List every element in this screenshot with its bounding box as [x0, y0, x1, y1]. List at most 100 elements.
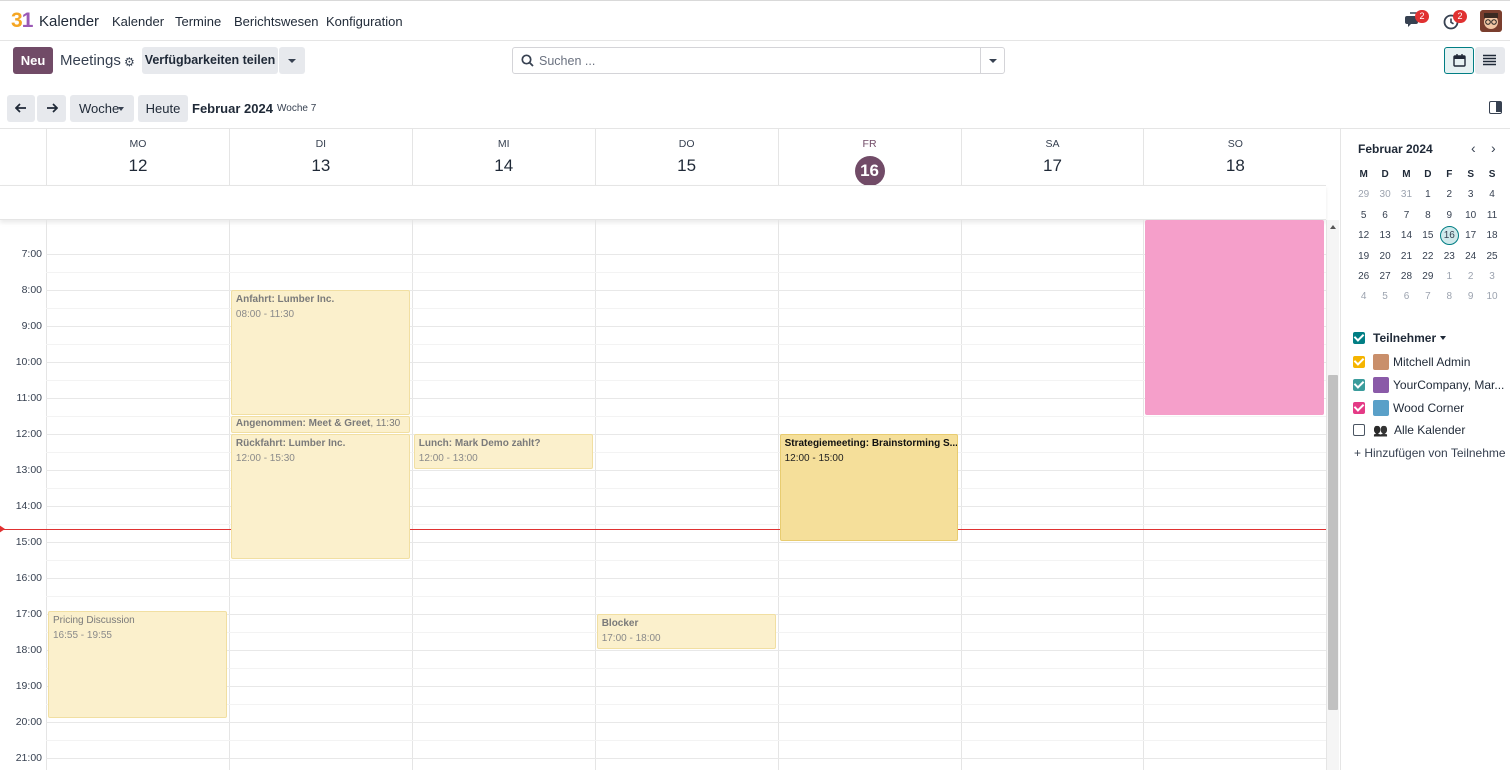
mini-day[interactable]: 21 — [1396, 247, 1417, 267]
attendee-filter-item[interactable]: Wood Corner — [1353, 400, 1464, 416]
search-input[interactable] — [539, 52, 969, 69]
chevron-right-icon[interactable]: › — [1491, 140, 1496, 156]
mini-day[interactable]: 12 — [1353, 226, 1374, 246]
search-options-toggle[interactable] — [989, 59, 997, 63]
mini-day[interactable]: 23 — [1439, 247, 1460, 267]
mini-day[interactable]: 22 — [1417, 247, 1438, 267]
mini-day[interactable]: 7 — [1396, 206, 1417, 226]
chevron-left-icon[interactable]: ‹ — [1471, 140, 1476, 156]
today-button[interactable]: Heute — [138, 95, 188, 122]
gear-icon[interactable]: ⚙ — [124, 55, 135, 69]
mini-day[interactable]: 28 — [1396, 267, 1417, 287]
menu-termine[interactable]: Termine — [175, 14, 221, 29]
next-button[interactable] — [37, 95, 66, 122]
list-view-button[interactable] — [1475, 47, 1505, 74]
mini-day[interactable]: 10 — [1481, 287, 1502, 307]
mini-day[interactable]: 11 — [1481, 206, 1502, 226]
mini-day[interactable]: 5 — [1353, 206, 1374, 226]
mini-day[interactable]: 30 — [1374, 185, 1395, 205]
previous-button[interactable] — [7, 95, 35, 122]
day-header-mo[interactable]: MO 12 — [46, 129, 229, 185]
weekday-header: M — [1402, 169, 1411, 180]
attendee-filter-item[interactable]: 👥 Alle Kalender — [1353, 423, 1465, 437]
mini-day[interactable]: 2 — [1460, 267, 1481, 287]
attendee-checkbox[interactable] — [1353, 402, 1365, 414]
attendee-checkbox[interactable] — [1353, 356, 1365, 368]
vertical-scrollbar[interactable] — [1327, 220, 1339, 770]
attendee-filter-item[interactable]: YourCompany, Mar... — [1353, 377, 1504, 393]
menu-konfiguration[interactable]: Konfiguration — [326, 14, 403, 29]
event-title: Blocker — [602, 618, 771, 629]
mini-day[interactable]: 25 — [1481, 247, 1502, 267]
mini-day[interactable]: 5 — [1374, 287, 1395, 307]
day-number: 15 — [677, 156, 697, 175]
calendar-event[interactable]: Strategiemeeting: Brainstorming S... 12:0… — [779, 433, 959, 541]
menu-berichtswesen[interactable]: Berichtswesen — [234, 14, 319, 29]
mini-day[interactable]: 27 — [1374, 267, 1395, 287]
mini-day[interactable]: 20 — [1374, 247, 1395, 267]
attendees-checkbox[interactable] — [1353, 332, 1365, 344]
mini-day[interactable]: 7 — [1417, 287, 1438, 307]
attendee-checkbox[interactable] — [1353, 424, 1365, 436]
time-grid[interactable]: 7:00 8:00 9:00 10:00 11:00 12:00 13:00 14:00 15:… — [0, 220, 1328, 770]
calendar-event[interactable]: Lunch: Mark Demo zahlt? 12:00 - 13:00 — [413, 433, 593, 469]
app-logo-icon[interactable]: 31 — [11, 9, 33, 33]
mini-day[interactable]: 31 — [1396, 185, 1417, 205]
mini-day[interactable]: 17 — [1460, 226, 1481, 246]
mini-day[interactable]: 8 — [1417, 206, 1438, 226]
mini-day[interactable]: 8 — [1439, 287, 1460, 307]
add-attendees-link[interactable]: + Hinzufügen von Teilnehme — [1354, 446, 1506, 460]
mini-day[interactable]: 29 — [1353, 185, 1374, 205]
share-availability-button[interactable]: Verfügbarkeiten teilen — [142, 47, 278, 74]
mini-day[interactable]: 13 — [1374, 226, 1395, 246]
scroll-up-icon[interactable] — [1330, 225, 1336, 229]
mini-day[interactable]: 9 — [1460, 287, 1481, 307]
menu-kalender[interactable]: Kalender — [112, 14, 164, 29]
calendar-event[interactable]: Pricing Discussion 16:55 - 19:55 — [48, 610, 227, 718]
calendar-event[interactable]: Rückfahrt: Lumber Inc. 12:00 - 15:30 — [230, 433, 410, 559]
mini-day[interactable]: 3 — [1481, 267, 1502, 287]
current-period: Februar 2024 — [192, 101, 273, 116]
mini-day[interactable]: 29 — [1417, 267, 1438, 287]
mini-day[interactable]: 1 — [1439, 267, 1460, 287]
day-header-mi[interactable]: MI 14 — [411, 129, 595, 185]
new-button[interactable]: Neu — [13, 47, 53, 74]
mini-day[interactable]: 4 — [1481, 185, 1502, 205]
calendar-view-button[interactable] — [1444, 47, 1474, 74]
mini-day[interactable]: 26 — [1353, 267, 1374, 287]
all-day-row[interactable] — [0, 185, 1326, 220]
mini-day[interactable]: 6 — [1396, 287, 1417, 307]
calendar-event[interactable]: Anfahrt: Lumber Inc. 08:00 - 11:30 — [230, 289, 410, 415]
user-avatar[interactable] — [1480, 10, 1502, 32]
day-header-so[interactable]: SO 18 — [1143, 129, 1326, 185]
mini-day[interactable]: 6 — [1374, 206, 1395, 226]
day-header-di[interactable]: DI 13 — [228, 129, 412, 185]
mini-day[interactable]: 16 — [1439, 226, 1460, 246]
sidebar-toggle-icon[interactable] — [1489, 101, 1502, 114]
mini-day[interactable]: 19 — [1353, 247, 1374, 267]
calendar-event[interactable] — [1145, 220, 1325, 415]
calendar-event[interactable]: Angenommen: Meet & Greet, 11:30 — [230, 415, 410, 433]
attendees-filter-header[interactable]: Teilnehmer — [1353, 331, 1447, 345]
mini-day[interactable]: 4 — [1353, 287, 1374, 307]
app-name[interactable]: Kalender — [39, 13, 99, 30]
mini-day[interactable]: 24 — [1460, 247, 1481, 267]
mini-day[interactable]: 9 — [1439, 206, 1460, 226]
hour-label: 7:00 — [21, 247, 42, 260]
mini-day[interactable]: 18 — [1481, 226, 1502, 246]
scale-dropdown[interactable]: Woche — [70, 95, 134, 122]
day-header-sa[interactable]: SA 17 — [960, 129, 1144, 185]
day-header-fr[interactable]: FR 16 — [777, 129, 961, 186]
mini-day[interactable]: 2 — [1439, 185, 1460, 205]
mini-day[interactable]: 14 — [1396, 226, 1417, 246]
mini-day[interactable]: 1 — [1417, 185, 1438, 205]
mini-day[interactable]: 3 — [1460, 185, 1481, 205]
scrollbar-thumb[interactable] — [1328, 375, 1338, 710]
mini-day[interactable]: 10 — [1460, 206, 1481, 226]
share-dropdown-toggle[interactable] — [279, 47, 305, 74]
mini-day[interactable]: 15 — [1417, 226, 1438, 246]
attendee-filter-item[interactable]: Mitchell Admin — [1353, 354, 1470, 370]
attendee-checkbox[interactable] — [1353, 379, 1365, 391]
day-header-do[interactable]: DO 15 — [594, 129, 778, 185]
calendar-event[interactable]: Blocker 17:00 - 18:00 — [596, 613, 776, 649]
